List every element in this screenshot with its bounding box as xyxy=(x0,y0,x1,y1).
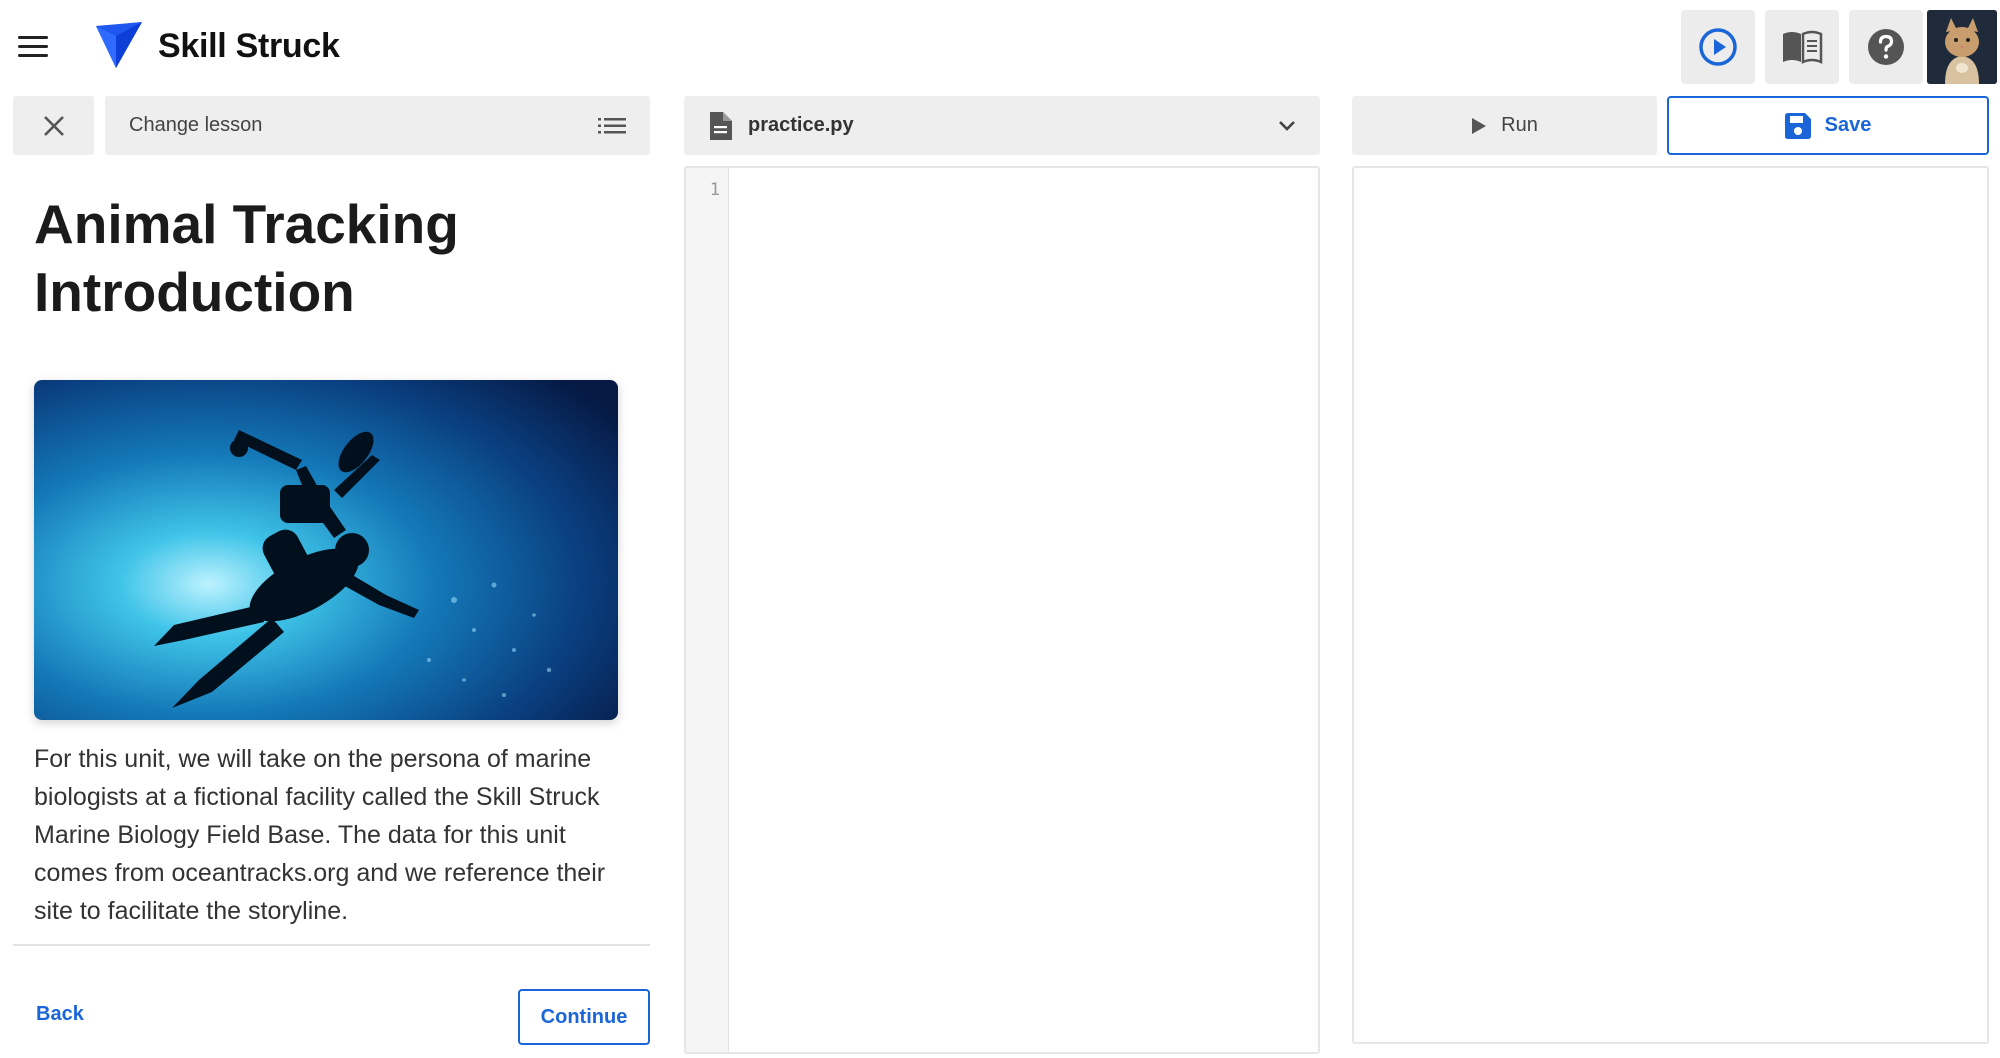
help-button[interactable] xyxy=(1849,10,1923,84)
book-icon xyxy=(1783,30,1823,64)
change-lesson-label: Change lesson xyxy=(129,114,263,136)
play-circle-icon xyxy=(1699,28,1737,66)
video-button[interactable] xyxy=(1681,10,1755,84)
lesson-footer-divider xyxy=(13,944,650,946)
line-number: 1 xyxy=(709,180,720,200)
code-editor[interactable]: 1 xyxy=(684,166,1320,1054)
app-title: Skill Struck xyxy=(158,27,340,65)
lesson-title: Animal Tracking Introduction xyxy=(34,193,459,323)
file-icon xyxy=(710,111,732,140)
cat-avatar[interactable] xyxy=(1927,10,1997,84)
play-icon xyxy=(1472,117,1487,134)
file-name: practice.py xyxy=(748,114,854,136)
hamburger-menu-icon[interactable] xyxy=(18,36,48,58)
help-icon xyxy=(1868,29,1904,65)
lesson-body-text: For this unit, we will take on the perso… xyxy=(34,745,606,925)
chevron-down-icon xyxy=(1279,120,1295,131)
close-icon xyxy=(43,115,64,136)
output-console xyxy=(1352,166,1989,1044)
lesson-image-scuba-diver xyxy=(34,380,618,720)
continue-button[interactable]: Continue xyxy=(518,989,650,1045)
change-lesson-button[interactable]: Change lesson xyxy=(105,96,650,155)
book-button[interactable] xyxy=(1765,10,1839,84)
save-button[interactable]: Save xyxy=(1667,96,1989,155)
run-button[interactable]: Run xyxy=(1352,96,1657,155)
list-icon xyxy=(598,117,626,133)
skill-struck-logo-icon xyxy=(94,22,144,70)
save-label: Save xyxy=(1824,114,1872,136)
code-input[interactable] xyxy=(729,168,1318,1052)
back-link[interactable]: Back xyxy=(36,1003,84,1026)
file-select-dropdown[interactable]: practice.py xyxy=(684,96,1320,155)
save-icon xyxy=(1784,112,1811,139)
close-lesson-button[interactable] xyxy=(13,96,94,155)
run-label: Run xyxy=(1501,114,1538,136)
line-number-gutter: 1 xyxy=(686,168,729,1052)
